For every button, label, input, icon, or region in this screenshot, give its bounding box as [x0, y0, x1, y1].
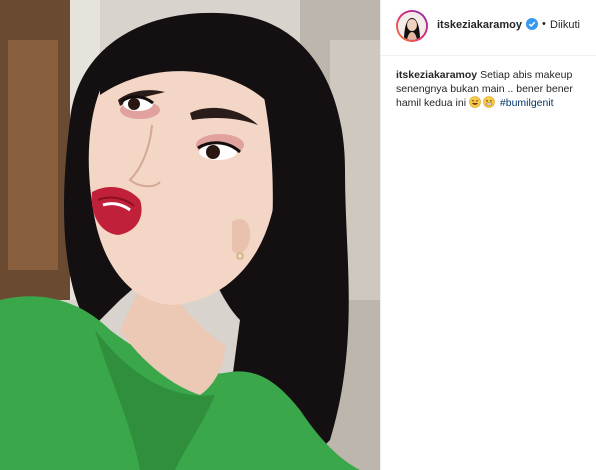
post-caption: itskeziakaramoy Setiap abis makeup senen…	[396, 68, 586, 110]
grimace-emoji-icon	[483, 96, 495, 108]
separator-dot: •	[542, 18, 546, 30]
verified-badge-icon	[526, 18, 538, 30]
following-button[interactable]: Diikuti	[550, 19, 580, 31]
hashtag-link[interactable]: #bumilgenit	[500, 97, 554, 109]
profile-avatar[interactable]	[396, 10, 428, 42]
selfie-image	[0, 0, 380, 470]
post-sidebar: itskeziakaramoy • Diikuti itskeziakaramo…	[381, 0, 596, 470]
avatar-image	[398, 12, 426, 40]
username-link[interactable]: itskeziakaramoy	[437, 19, 522, 31]
rofl-emoji-icon	[469, 96, 481, 108]
caption-username[interactable]: itskeziakaramoy	[396, 69, 477, 81]
post-photo[interactable]	[0, 0, 380, 470]
post-header: itskeziakaramoy • Diikuti	[381, 0, 596, 56]
instagram-post: itskeziakaramoy • Diikuti itskeziakaramo…	[0, 0, 596, 470]
